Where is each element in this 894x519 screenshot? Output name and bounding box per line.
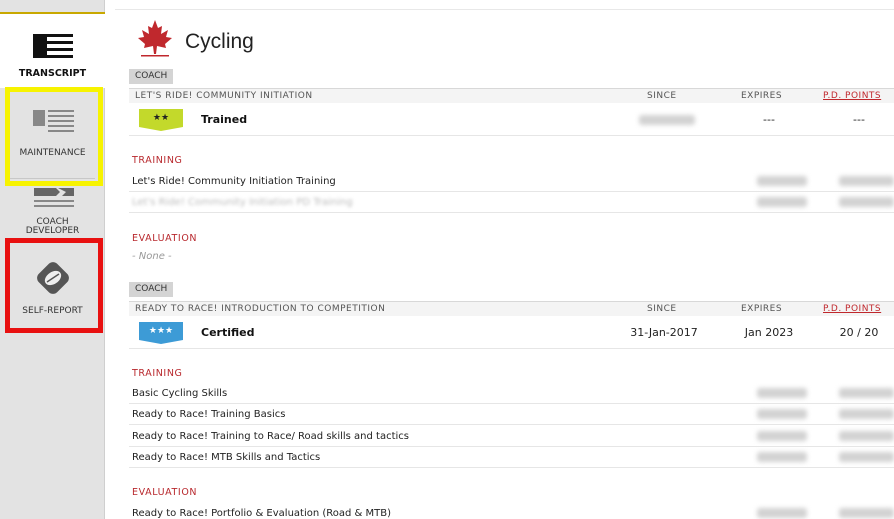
column-since: SINCE <box>647 91 677 101</box>
section-header: LET'S RIDE! COMMUNITY INITIATION SINCE E… <box>129 88 894 103</box>
redacted-value <box>639 115 695 125</box>
status-text: Trained <box>201 113 248 126</box>
redacted-value <box>839 431 894 441</box>
item-text: Ready to Race! Training Basics <box>132 409 286 420</box>
column-expires: EXPIRES <box>741 304 783 314</box>
item-text: Ready to Race! Training to Race/ Road sk… <box>132 431 409 442</box>
sidebar-item-coach-developer[interactable]: COACH DEVELOPER <box>0 184 105 246</box>
highlight-box-red <box>5 238 103 333</box>
status-text: Certified <box>201 326 255 339</box>
list-item[interactable]: Ready to Race! MTB Skills and Tactics <box>129 447 894 468</box>
highlight-box-yellow <box>5 87 103 186</box>
redacted-value <box>757 409 807 419</box>
stars-badge: ★★★ <box>139 322 183 344</box>
redacted-value <box>839 452 894 462</box>
page-title: Cycling <box>185 30 254 53</box>
coach-tag: COACH <box>129 69 174 84</box>
column-expires: EXPIRES <box>741 91 783 101</box>
stars-badge: ★★ <box>139 109 183 131</box>
evaluation-label: EVALUATION <box>132 233 198 244</box>
section-name: LET'S RIDE! COMMUNITY INITIATION <box>135 91 313 101</box>
item-text: Ready to Race! MTB Skills and Tactics <box>132 452 321 463</box>
level-row: ★★ Trained --- --- <box>129 104 894 136</box>
redacted-value <box>839 409 894 419</box>
top-divider <box>115 9 894 10</box>
coach-tag: COACH <box>129 282 174 297</box>
item-text: Ready to Race! Portfolio & Evaluation (R… <box>132 508 392 519</box>
list-item[interactable]: Let's Ride! Community Initiation PD Trai… <box>129 192 894 213</box>
redacted-value <box>757 508 807 518</box>
evaluation-none: - None - <box>132 251 172 262</box>
coach-developer-icon <box>33 188 74 207</box>
section-header: READY TO RACE! INTRODUCTION TO COMPETITI… <box>129 301 894 316</box>
redacted-value <box>839 197 894 207</box>
list-item[interactable]: Ready to Race! Training Basics <box>129 404 894 425</box>
evaluation-label: EVALUATION <box>132 487 198 498</box>
column-pd-points-link[interactable]: P.D. POINTS <box>823 302 881 316</box>
column-pd-points-link[interactable]: P.D. POINTS <box>823 89 881 103</box>
training-label: TRAINING <box>132 368 183 379</box>
redacted-value <box>757 431 807 441</box>
item-text: Basic Cycling Skills <box>132 388 228 399</box>
main-content: Cycling COACH LET'S RIDE! COMMUNITY INIT… <box>105 0 894 519</box>
since-value: 31-Jan-2017 <box>630 326 698 339</box>
level-row: ★★★ Certified 31-Jan-2017 Jan 2023 20 / … <box>129 317 894 349</box>
redacted-value <box>757 388 807 398</box>
redacted-value <box>757 197 807 207</box>
redacted-value <box>757 452 807 462</box>
item-text: Let's Ride! Community Initiation Trainin… <box>132 176 336 187</box>
list-item[interactable]: Let's Ride! Community Initiation Trainin… <box>129 171 894 192</box>
list-item[interactable]: Ready to Race! Portfolio & Evaluation (R… <box>129 503 894 519</box>
list-item[interactable]: Ready to Race! Training to Race/ Road sk… <box>129 426 894 447</box>
column-since: SINCE <box>647 304 677 314</box>
sidebar: TRANSCRIPT MAINTENANCE COACH DEVELOPER S… <box>0 0 105 519</box>
expires-value: Jan 2023 <box>744 326 794 339</box>
pd-points-value: 20 / 20 <box>839 326 879 339</box>
redacted-value <box>839 176 894 186</box>
training-label: TRAINING <box>132 155 183 166</box>
redacted-value <box>839 508 894 518</box>
transcript-icon <box>32 34 73 58</box>
pd-points-value: --- <box>853 113 865 126</box>
maple-leaf-logo <box>138 20 172 57</box>
label-line: DEVELOPER <box>25 226 80 236</box>
sidebar-item-label: COACH DEVELOPER <box>0 218 105 236</box>
redacted-value <box>839 388 894 398</box>
sidebar-item-transcript[interactable]: TRANSCRIPT <box>0 12 105 88</box>
list-item[interactable]: Basic Cycling Skills <box>129 383 894 404</box>
item-text: Let's Ride! Community Initiation PD Trai… <box>132 197 353 208</box>
section-name: READY TO RACE! INTRODUCTION TO COMPETITI… <box>135 304 386 314</box>
expires-value: --- <box>763 113 775 126</box>
sidebar-item-label: TRANSCRIPT <box>18 68 87 79</box>
redacted-value <box>757 176 807 186</box>
